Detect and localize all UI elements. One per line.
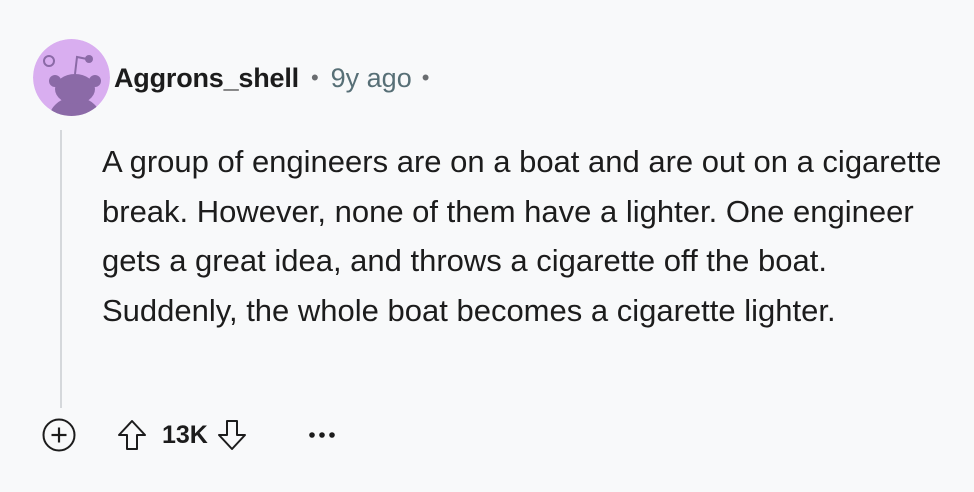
snoo-avatar-icon <box>33 39 110 116</box>
timestamp[interactable]: 9y ago <box>331 63 412 94</box>
thread-line[interactable] <box>60 130 62 408</box>
username[interactable]: Aggrons_shell <box>114 63 299 94</box>
more-options-icon <box>309 432 335 438</box>
separator-dot: • <box>310 65 319 90</box>
comment-actions: 13K <box>40 414 342 456</box>
upvote-arrow-icon <box>118 420 146 450</box>
downvote-button[interactable] <box>214 416 250 454</box>
comment-header: Aggrons_shell • 9y ago • <box>114 58 429 98</box>
vote-group: 13K <box>114 416 250 454</box>
comment-body: A group of engineers are on a boat and a… <box>102 144 942 328</box>
vote-score: 13K <box>162 420 208 449</box>
separator-dot: • <box>421 65 430 90</box>
upvote-button[interactable] <box>114 416 150 454</box>
expand-button[interactable] <box>40 416 78 454</box>
user-avatar[interactable] <box>33 39 110 116</box>
more-options-button[interactable] <box>302 416 342 454</box>
comment: Aggrons_shell • 9y ago • A group of engi… <box>0 0 974 492</box>
plus-circle-icon <box>42 418 76 452</box>
downvote-arrow-icon <box>217 420 246 450</box>
